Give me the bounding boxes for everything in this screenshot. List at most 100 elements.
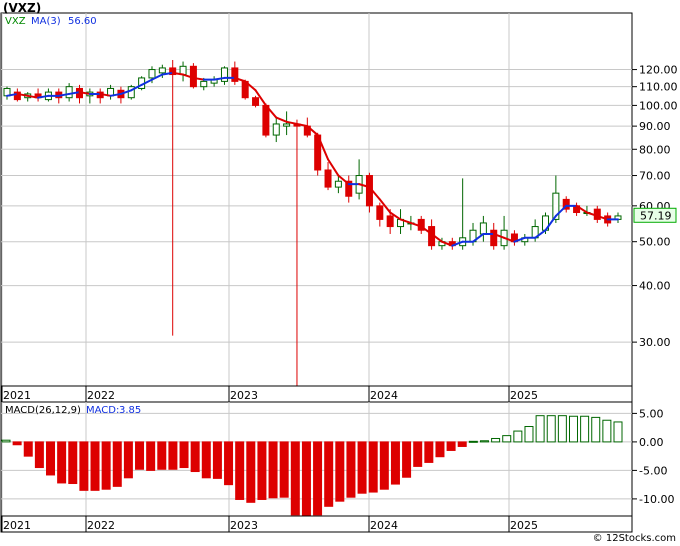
macd-tick-label-0: 5.00: [639, 407, 664, 420]
macd-x-label-4: 2025: [510, 519, 538, 532]
macd-bar-20: [224, 441, 234, 486]
macd-bar-3: [34, 441, 44, 469]
price-tick-label-5: 70.00: [639, 170, 671, 183]
macd-bar-36: [402, 441, 412, 478]
macd-tick-label-2: -5.00: [639, 464, 667, 477]
macd-bar-30: [335, 441, 345, 502]
legend-ticker: VXZ: [5, 16, 26, 27]
price-tick-label-8: 40.00: [639, 280, 671, 293]
price-tick-label-1: 110.00: [639, 81, 678, 94]
macd-bar-27: [301, 441, 311, 520]
macd-bar-15: [168, 441, 178, 470]
stock-chart: 120.00110.00100.0090.0080.0070.0060.0050…: [0, 12, 678, 533]
price-tick-label-7: 50.00: [639, 236, 671, 249]
candle-body-15: [158, 67, 166, 74]
candle-body-47: [490, 229, 498, 247]
candle-body-27: [283, 123, 291, 127]
macd-bar-7: [79, 441, 89, 491]
macd-bar-44: [491, 437, 501, 443]
macd-bar-25: [279, 441, 289, 498]
macd-bar-52: [580, 415, 590, 443]
macd-bar-0: [1, 439, 11, 443]
macd-bar-35: [390, 441, 400, 485]
candle-body-24: [252, 97, 260, 106]
macd-bar-14: [157, 441, 167, 470]
legend-ma-value: 56.60: [68, 16, 97, 27]
macd-tick-label-1: 0.00: [639, 436, 664, 449]
macd-x-label-2: 2023: [230, 519, 258, 532]
macd-bar-49: [546, 415, 556, 443]
price-x-label-0: 2021: [3, 389, 31, 402]
macd-panel: 5.00 0.00 -5.00 -10.00 MACD(26,12,9) MACD: 3.8…: [0, 401, 674, 520]
macd-x-label-0: 2021: [3, 519, 31, 532]
candle-body-19: [200, 80, 208, 88]
macd-bar-51: [568, 415, 578, 443]
last-price-label: 57.19: [640, 209, 672, 222]
macd-bar-41: [457, 441, 467, 447]
macd-bar-10: [112, 441, 122, 487]
macd-bar-29: [324, 441, 334, 507]
macd-bar-45: [502, 435, 512, 443]
macd-bar-9: [101, 441, 111, 490]
chart-title: (VXZ): [3, 1, 42, 15]
price-panel: 120.00110.00100.0090.0080.0070.0060.0050…: [0, 12, 678, 387]
price-tick-label-0: 120.00: [639, 64, 678, 77]
price-tick-label-3: 90.00: [639, 120, 671, 133]
macd-x-axis: 2021 2022 2023 2024 2025: [0, 515, 633, 533]
macd-bar-13: [146, 441, 156, 471]
macd-bar-11: [123, 441, 133, 479]
macd-bar-54: [602, 419, 612, 443]
candle-body-31: [324, 169, 332, 188]
price-tick-label-9: 30.00: [639, 336, 671, 349]
macd-bar-6: [68, 441, 78, 485]
candle-body-32: [334, 180, 342, 188]
candle-body-37: [386, 215, 394, 228]
candle-body-36: [376, 205, 384, 220]
macd-bar-5: [57, 441, 67, 484]
price-plot-frame: [0, 12, 633, 387]
macd-legend-value: 3.85: [119, 405, 141, 416]
macd-bar-53: [591, 416, 601, 443]
price-x-axis: 2021 2022 2023 2024 2025: [0, 385, 633, 403]
price-tick-label-4: 80.00: [639, 143, 671, 156]
macd-bar-39: [435, 441, 445, 458]
macd-x-label-3: 2024: [370, 519, 398, 532]
macd-bar-28: [313, 441, 323, 516]
macd-bar-50: [557, 415, 567, 443]
macd-legend-label: MACD:: [86, 405, 119, 416]
macd-bar-40: [446, 441, 456, 451]
macd-bar-4: [46, 441, 56, 476]
macd-bar-48: [535, 415, 545, 443]
macd-title: MACD(26,12,9): [5, 405, 81, 416]
macd-bar-31: [346, 441, 356, 498]
macd-bar-42: [468, 440, 478, 443]
site-credit: © 12Stocks.com: [592, 533, 676, 544]
macd-bar-32: [357, 441, 367, 494]
macd-bar-26: [290, 441, 300, 516]
candle-body-25: [262, 104, 270, 136]
macd-bar-8: [90, 441, 100, 491]
candle-body-26: [272, 123, 280, 136]
candle-body-46: [479, 222, 487, 235]
macd-bar-46: [513, 430, 523, 443]
macd-bar-24: [268, 441, 278, 499]
macd-bar-34: [379, 441, 389, 490]
macd-bar-22: [246, 441, 256, 503]
macd-bar-37: [413, 441, 423, 467]
macd-bar-19: [212, 441, 222, 479]
price-x-label-1: 2022: [87, 389, 115, 402]
macd-bar-23: [257, 441, 267, 500]
macd-bar-17: [190, 441, 200, 473]
candle-body-21: [220, 67, 228, 82]
macd-bar-12: [135, 441, 145, 470]
macd-tick-label-3: -10.00: [639, 493, 674, 506]
macd-bar-18: [201, 441, 211, 479]
macd-bar-33: [368, 441, 378, 493]
macd-bar-43: [479, 440, 489, 443]
price-tick-label-2: 100.00: [639, 99, 678, 112]
macd-bar-21: [235, 441, 245, 500]
candle-body-6: [65, 86, 73, 99]
legend-ma: MA(3): [31, 16, 61, 27]
price-x-label-2: 2023: [230, 389, 258, 402]
macd-bar-38: [424, 441, 434, 463]
